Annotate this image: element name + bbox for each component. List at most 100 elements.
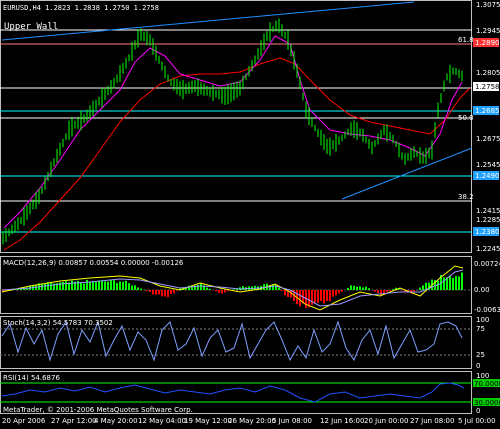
- macd-bar: [95, 282, 97, 290]
- macd-bar: [368, 288, 370, 290]
- price-tick: 1.2805: [476, 69, 500, 77]
- price-tick: 1.3075: [476, 1, 500, 9]
- stoch-tick: 25: [476, 351, 485, 359]
- rsi-tick: 100: [476, 372, 489, 380]
- price-tag-text: 1.2890: [475, 39, 500, 47]
- macd-bar: [329, 290, 331, 302]
- macd-bar: [275, 284, 277, 290]
- rsi-label: RSI(14) 54.6876: [3, 374, 60, 382]
- macd-bar: [113, 280, 115, 290]
- macd-bar: [443, 277, 445, 290]
- macd-bar: [461, 272, 463, 290]
- macd-bar: [350, 285, 352, 290]
- time-label: 5 Jul 00:00: [458, 417, 496, 425]
- macd-bar: [392, 289, 394, 290]
- time-label: 27 Jun 08:00: [410, 417, 454, 425]
- macd-bar: [224, 290, 226, 293]
- time-label: 4 May 20:00: [94, 417, 138, 425]
- macd-bar: [308, 290, 310, 308]
- macd-bar: [455, 276, 457, 290]
- macd-bar: [362, 287, 364, 290]
- macd-bar: [62, 281, 64, 290]
- macd-bar: [215, 290, 217, 292]
- macd-bar: [323, 290, 325, 304]
- macd-bar: [335, 290, 337, 296]
- macd-bar: [218, 290, 220, 293]
- macd-bar: [98, 280, 100, 290]
- macd-bar: [458, 276, 460, 290]
- stoch-line: [1, 320, 463, 362]
- macd-bar: [80, 282, 82, 290]
- macd-bar: [122, 281, 124, 290]
- lower-trendline[interactable]: [341, 147, 473, 200]
- macd-bar: [338, 290, 340, 294]
- price-tick: 1.2245: [476, 245, 500, 253]
- stoch-tick: 100: [476, 316, 489, 324]
- macd-bar: [134, 285, 136, 290]
- macd-bar: [452, 277, 454, 290]
- macd-bar: [326, 290, 328, 301]
- macd-bar: [86, 279, 88, 290]
- macd-bar: [365, 286, 367, 290]
- price-tick: 1.2675: [476, 135, 500, 143]
- macd-bar: [107, 281, 109, 290]
- symbol-info-text: EURUSD,H4 1.2823 1.2838 1.2750 1.2758: [3, 4, 159, 12]
- stoch-tick: 0: [476, 362, 480, 370]
- rsi-tick: 30.0000: [474, 399, 500, 407]
- macd-bar: [299, 290, 301, 307]
- macd-bar: [44, 283, 46, 290]
- macd-bar: [233, 289, 235, 290]
- macd-bar: [341, 290, 343, 292]
- macd-bar: [347, 287, 349, 290]
- macd-bar: [356, 286, 358, 290]
- macd-bar: [89, 281, 91, 290]
- macd-bar: [161, 290, 163, 297]
- rsi-tick: 70.0000: [474, 380, 500, 388]
- time-label: 20 Apr 2006: [2, 417, 46, 425]
- macd-bar: [281, 290, 283, 291]
- macd-bar: [317, 290, 319, 303]
- macd-bar: [146, 290, 148, 291]
- macd-bar: [164, 290, 166, 297]
- macd-bar: [140, 288, 142, 290]
- macd-bar: [314, 290, 316, 303]
- macd-bar: [359, 286, 361, 290]
- time-label: 12 Jun 16:00: [320, 417, 364, 425]
- macd-bar: [278, 287, 280, 290]
- macd-bar: [413, 290, 415, 292]
- macd-bar: [449, 276, 451, 290]
- metatrader-chart-window: EURUSD,H4 1.2823 1.2838 1.2750 1.2758 Up…: [0, 0, 500, 429]
- fib-label-38-2: 38.2: [458, 193, 474, 201]
- macd-bar: [104, 281, 106, 290]
- macd-bar: [389, 290, 391, 291]
- macd-bar: [83, 283, 85, 290]
- macd-bar: [419, 287, 421, 290]
- price-candles: [2, 18, 463, 245]
- macd-bar: [422, 285, 424, 290]
- time-label: 20 Jun 00:00: [364, 417, 408, 425]
- macd-bar: [128, 283, 130, 290]
- rsi-line: [1, 382, 465, 403]
- copyright-footer: MetaTrader, © 2001-2006 MetaQuotes Softw…: [3, 406, 193, 414]
- macd-bar: [284, 290, 286, 296]
- macd-bar: [320, 290, 322, 301]
- chart-canvas[interactable]: EURUSD,H4 1.2823 1.2838 1.2750 1.2758 Up…: [0, 0, 500, 429]
- macd-bar: [176, 290, 178, 291]
- macd-bar: [65, 281, 67, 290]
- macd-bar: [209, 288, 211, 290]
- stoch-tick: 75: [476, 325, 485, 333]
- macd-bar: [50, 282, 52, 290]
- time-label: 27 Apr 12:00: [51, 417, 97, 425]
- time-label: 12 May 04:00: [138, 417, 186, 425]
- macd-bar: [221, 290, 223, 294]
- price-tag-text: 1.2685: [475, 107, 500, 115]
- macd-tick: 0.00: [474, 286, 490, 294]
- main-price-panel[interactable]: [0, 0, 472, 253]
- macd-tick: 0.00724: [474, 260, 500, 268]
- macd-bar: [167, 290, 169, 298]
- macd-bar: [242, 286, 244, 290]
- macd-bar: [116, 283, 118, 290]
- upper-wall-annotation: Upper Wall: [4, 22, 58, 32]
- stoch-label: Stoch(14,3,2) 54.5783 70.3502: [3, 319, 113, 327]
- price-tag-text: 1.2490: [475, 172, 500, 180]
